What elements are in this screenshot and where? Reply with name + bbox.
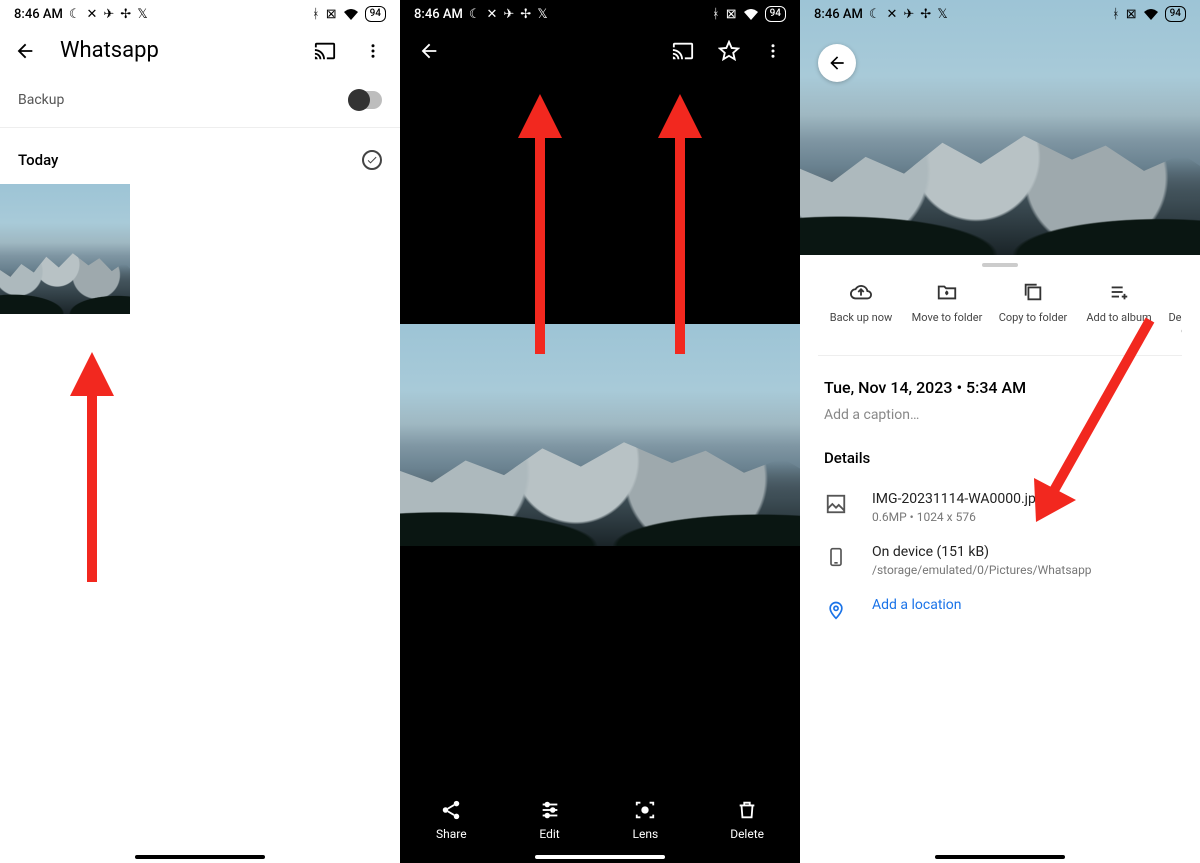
fan-icon: ✢ xyxy=(520,7,531,22)
storage-size: On device (151 kB) xyxy=(872,544,1176,560)
sheet-actions-row: Back up now Move to folder Copy to folde… xyxy=(818,277,1182,356)
caption-input[interactable]: Add a caption… xyxy=(800,403,1200,445)
file-name: IMG-20231114-WA0000.jpg xyxy=(872,491,1176,507)
add-location-label: Add a location xyxy=(872,597,1176,613)
wifi-icon xyxy=(1143,8,1159,20)
panel-photo-viewer: 8:46 AM ☾ ✕ ✈ ✢ 𝕏 ᚼ ⊠ 94 xyxy=(400,0,800,863)
album-header: Whatsapp xyxy=(0,28,400,81)
x-icon: 𝕏 xyxy=(937,7,947,22)
viewer-header xyxy=(400,28,800,74)
delete-device-button[interactable]: Delete from device xyxy=(1162,281,1182,337)
today-row: Today xyxy=(0,128,400,184)
home-indicator xyxy=(535,855,665,859)
select-all-icon[interactable] xyxy=(362,150,382,170)
moon-icon: ☾ xyxy=(469,7,481,22)
device-icon xyxy=(824,544,848,568)
add-album-button[interactable]: Add to album xyxy=(1076,281,1162,337)
bluetooth-icon: ᚼ xyxy=(312,7,320,22)
lens-button[interactable]: Lens xyxy=(633,799,659,841)
wifi-icon xyxy=(743,8,759,20)
location-pin-icon xyxy=(824,597,848,621)
panel-album-list: 8:46 AM ☾ ✕ ✈ ✢ 𝕏 ᚼ ⊠ 94 Whatsapp Backup xyxy=(0,0,400,863)
wifi-icon xyxy=(343,8,359,20)
telegram-icon: ✈ xyxy=(903,7,914,22)
back-button[interactable] xyxy=(818,44,856,82)
delete-label: Delete xyxy=(730,827,764,841)
status-bar: 8:46 AM ☾ ✕ ✈ ✢ 𝕏 ᚼ ⊠ 94 xyxy=(0,0,400,28)
telegram-icon: ✈ xyxy=(503,7,514,22)
clock: 8:46 AM xyxy=(814,7,863,22)
add-location-row[interactable]: Add a location xyxy=(800,587,1200,631)
delete-button[interactable]: Delete xyxy=(730,799,764,841)
details-sheet: Back up now Move to folder Copy to folde… xyxy=(800,255,1200,863)
no-sim-icon: ⊠ xyxy=(726,7,737,22)
backup-toggle[interactable] xyxy=(348,91,382,109)
more-icon[interactable] xyxy=(360,40,386,62)
more-icon[interactable] xyxy=(764,40,782,62)
dnd-icon: ✕ xyxy=(486,7,497,22)
backup-label: Backup xyxy=(18,92,64,108)
photo-thumbnail[interactable] xyxy=(0,184,130,314)
dnd-icon: ✕ xyxy=(86,7,97,22)
photo-datetime: Tue, Nov 14, 2023 • 5:34 AM xyxy=(800,356,1200,403)
sheet-handle[interactable] xyxy=(982,263,1018,267)
annotation-arrow xyxy=(510,94,570,354)
panel-photo-details: 8:46 AM ☾ ✕ ✈ ✢ 𝕏 ᚼ ⊠ 94 Back up now Mov… xyxy=(800,0,1200,863)
edit-label: Edit xyxy=(539,827,559,841)
home-indicator xyxy=(935,855,1065,859)
file-meta: 0.6MP • 1024 x 576 xyxy=(872,510,1176,524)
copy-folder-button[interactable]: Copy to folder xyxy=(990,281,1076,337)
backup-row: Backup xyxy=(0,81,400,128)
no-sim-icon: ⊠ xyxy=(326,7,337,22)
home-indicator xyxy=(135,855,265,859)
edit-button[interactable]: Edit xyxy=(539,799,561,841)
moon-icon: ☾ xyxy=(869,7,881,22)
moon-icon: ☾ xyxy=(69,7,81,22)
share-label: Share xyxy=(436,827,467,841)
battery-indicator: 94 xyxy=(765,6,786,22)
clock: 8:46 AM xyxy=(414,7,463,22)
move-folder-button[interactable]: Move to folder xyxy=(904,281,990,337)
backup-now-button[interactable]: Back up now xyxy=(818,281,904,337)
cast-icon[interactable] xyxy=(314,40,336,62)
back-arrow-icon[interactable] xyxy=(14,40,36,62)
viewer-bottom-bar: Share Edit Lens Delete xyxy=(400,799,800,841)
x-icon: 𝕏 xyxy=(137,7,147,22)
battery-indicator: 94 xyxy=(365,6,386,22)
bluetooth-icon: ᚼ xyxy=(712,7,720,22)
status-bar: 8:46 AM ☾ ✕ ✈ ✢ 𝕏 ᚼ ⊠ 94 xyxy=(800,0,1200,28)
status-bar: 8:46 AM ☾ ✕ ✈ ✢ 𝕏 ᚼ ⊠ 94 xyxy=(400,0,800,28)
bluetooth-icon: ᚼ xyxy=(1112,7,1120,22)
file-detail-row: IMG-20231114-WA0000.jpg 0.6MP • 1024 x 5… xyxy=(800,481,1200,534)
fan-icon: ✢ xyxy=(120,7,131,22)
star-icon[interactable] xyxy=(718,40,740,62)
battery-indicator: 94 xyxy=(1165,6,1186,22)
details-heading: Details xyxy=(800,445,1200,481)
today-label: Today xyxy=(18,151,58,169)
annotation-arrow xyxy=(650,94,710,354)
annotation-arrow xyxy=(62,352,122,592)
telegram-icon: ✈ xyxy=(103,7,114,22)
album-title: Whatsapp xyxy=(60,38,290,63)
lens-label: Lens xyxy=(633,827,659,841)
no-sim-icon: ⊠ xyxy=(1126,7,1137,22)
photo-full[interactable] xyxy=(400,324,800,546)
dnd-icon: ✕ xyxy=(886,7,897,22)
cast-icon[interactable] xyxy=(672,40,694,62)
x-icon: 𝕏 xyxy=(537,7,547,22)
back-arrow-icon[interactable] xyxy=(418,40,440,62)
photo-preview[interactable] xyxy=(800,0,1200,255)
image-icon xyxy=(824,491,848,515)
clock: 8:46 AM xyxy=(14,7,63,22)
storage-detail-row: On device (151 kB) /storage/emulated/0/P… xyxy=(800,534,1200,587)
storage-path: /storage/emulated/0/Pictures/Whatsapp xyxy=(872,563,1176,577)
fan-icon: ✢ xyxy=(920,7,931,22)
share-button[interactable]: Share xyxy=(436,799,467,841)
